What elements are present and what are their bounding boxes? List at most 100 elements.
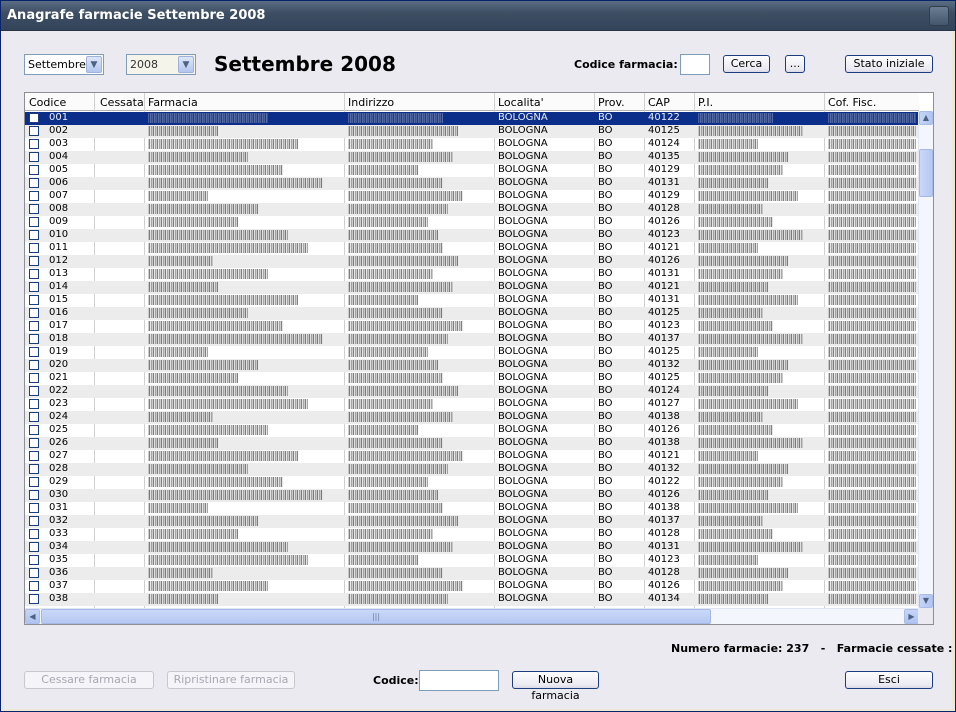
table-row[interactable]: 033 BOLOGNA BO 40128 xyxy=(25,528,919,541)
browse-button[interactable]: ... xyxy=(785,55,805,73)
nuova-farmacia-button[interactable]: Nuova farmacia xyxy=(512,671,599,702)
row-checkbox[interactable] xyxy=(29,555,39,565)
ripristinare-farmacia-button[interactable]: Ripristinare farmacia xyxy=(167,671,295,689)
col-codice[interactable]: Codice xyxy=(29,96,66,109)
table-row[interactable]: 010 BOLOGNA BO 40123 xyxy=(25,229,919,242)
col-prov[interactable]: Prov. xyxy=(598,96,625,109)
col-cof-fisc[interactable]: Cof. Fisc. xyxy=(828,96,876,109)
month-select[interactable]: Settembre ▼ xyxy=(24,54,104,75)
row-checkbox[interactable] xyxy=(29,217,39,227)
table-row[interactable]: 032 BOLOGNA BO 40137 xyxy=(25,515,919,528)
col-indirizzo[interactable]: Indirizzo xyxy=(348,96,394,109)
table-row[interactable]: 017 BOLOGNA BO 40123 xyxy=(25,320,919,333)
row-checkbox[interactable] xyxy=(29,165,39,175)
horizontal-scrollbar[interactable]: ◀ ||| ▶ xyxy=(25,608,919,624)
table-row[interactable]: 006 BOLOGNA BO 40131 xyxy=(25,177,919,190)
table-row[interactable]: 011 BOLOGNA BO 40121 xyxy=(25,242,919,255)
row-checkbox[interactable] xyxy=(29,399,39,409)
table-row[interactable]: 035 BOLOGNA BO 40123 xyxy=(25,554,919,567)
row-checkbox[interactable] xyxy=(29,464,39,474)
table-row[interactable]: 025 BOLOGNA BO 40126 xyxy=(25,424,919,437)
table-row[interactable]: 030 BOLOGNA BO 40126 xyxy=(25,489,919,502)
table-row[interactable]: 015 BOLOGNA BO 40131 xyxy=(25,294,919,307)
stato-iniziale-button[interactable]: Stato iniziale xyxy=(845,55,933,73)
arrow-up-icon[interactable]: ▲ xyxy=(919,111,933,125)
table-row[interactable]: 014 BOLOGNA BO 40121 xyxy=(25,281,919,294)
row-checkbox[interactable] xyxy=(29,308,39,318)
table-row[interactable]: 001 BOLOGNA BO 40122 xyxy=(25,112,919,125)
col-localita[interactable]: Localita' xyxy=(498,96,544,109)
scroll-thumb-horizontal[interactable]: ||| xyxy=(41,609,711,624)
table-row[interactable]: 007 BOLOGNA BO 40129 xyxy=(25,190,919,203)
row-checkbox[interactable] xyxy=(29,230,39,240)
col-farmacia[interactable]: Farmacia xyxy=(148,96,198,109)
col-pi[interactable]: P.I. xyxy=(698,96,713,109)
table-row[interactable]: 016 BOLOGNA BO 40125 xyxy=(25,307,919,320)
table-row[interactable]: 013 BOLOGNA BO 40131 xyxy=(25,268,919,281)
row-checkbox[interactable] xyxy=(29,243,39,253)
table-row[interactable]: 031 BOLOGNA BO 40138 xyxy=(25,502,919,515)
row-checkbox[interactable] xyxy=(29,425,39,435)
table-row[interactable]: 027 BOLOGNA BO 40121 xyxy=(25,450,919,463)
arrow-down-icon[interactable]: ▼ xyxy=(919,594,933,608)
row-checkbox[interactable] xyxy=(29,152,39,162)
esci-button[interactable]: Esci xyxy=(845,671,933,689)
row-checkbox[interactable] xyxy=(29,373,39,383)
table-row[interactable]: 002 BOLOGNA BO 40125 xyxy=(25,125,919,138)
row-checkbox[interactable] xyxy=(29,568,39,578)
table-row[interactable]: 018 BOLOGNA BO 40137 xyxy=(25,333,919,346)
arrow-left-icon[interactable]: ◀ xyxy=(25,609,40,624)
row-checkbox[interactable] xyxy=(29,113,39,123)
chevron-down-icon[interactable]: ▼ xyxy=(178,56,194,73)
table-row[interactable]: 036 BOLOGNA BO 40128 xyxy=(25,567,919,580)
table-row[interactable]: 029 BOLOGNA BO 40122 xyxy=(25,476,919,489)
col-cessata[interactable]: Cessata xyxy=(100,96,144,109)
row-checkbox[interactable] xyxy=(29,529,39,539)
table-row[interactable]: 024 BOLOGNA BO 40138 xyxy=(25,411,919,424)
row-checkbox[interactable] xyxy=(29,269,39,279)
cessare-farmacia-button[interactable]: Cessare farmacia xyxy=(24,671,154,689)
table-row[interactable]: 012 BOLOGNA BO 40126 xyxy=(25,255,919,268)
codice-input[interactable] xyxy=(419,670,499,691)
row-checkbox[interactable] xyxy=(29,321,39,331)
table-row[interactable]: 009 BOLOGNA BO 40126 xyxy=(25,216,919,229)
row-checkbox[interactable] xyxy=(29,204,39,214)
year-select[interactable]: 2008 ▼ xyxy=(126,54,196,75)
scroll-thumb[interactable] xyxy=(919,149,933,197)
table-row[interactable]: 019 BOLOGNA BO 40125 xyxy=(25,346,919,359)
row-checkbox[interactable] xyxy=(29,347,39,357)
table-row[interactable]: 008 BOLOGNA BO 40128 xyxy=(25,203,919,216)
row-checkbox[interactable] xyxy=(29,360,39,370)
title-bar[interactable]: Anagrafe farmacie Settembre 2008 xyxy=(1,1,955,31)
row-checkbox[interactable] xyxy=(29,516,39,526)
chevron-down-icon[interactable]: ▼ xyxy=(86,56,102,73)
row-checkbox[interactable] xyxy=(29,295,39,305)
row-checkbox[interactable] xyxy=(29,542,39,552)
row-checkbox[interactable] xyxy=(29,490,39,500)
row-checkbox[interactable] xyxy=(29,334,39,344)
col-cap[interactable]: CAP xyxy=(648,96,670,109)
table-row[interactable]: 004 BOLOGNA BO 40135 xyxy=(25,151,919,164)
row-checkbox[interactable] xyxy=(29,451,39,461)
table-row[interactable]: 003 BOLOGNA BO 40124 xyxy=(25,138,919,151)
arrow-right-icon[interactable]: ▶ xyxy=(904,609,919,624)
row-checkbox[interactable] xyxy=(29,178,39,188)
row-checkbox[interactable] xyxy=(29,256,39,266)
table-row[interactable]: 038 BOLOGNA BO 40134 xyxy=(25,593,919,606)
row-checkbox[interactable] xyxy=(29,191,39,201)
window-control-button[interactable] xyxy=(929,6,949,26)
table-row[interactable]: 034 BOLOGNA BO 40131 xyxy=(25,541,919,554)
table-row[interactable]: 005 BOLOGNA BO 40129 xyxy=(25,164,919,177)
row-checkbox[interactable] xyxy=(29,386,39,396)
row-checkbox[interactable] xyxy=(29,477,39,487)
table-row[interactable]: 021 BOLOGNA BO 40125 xyxy=(25,372,919,385)
row-checkbox[interactable] xyxy=(29,581,39,591)
row-checkbox[interactable] xyxy=(29,412,39,422)
table-row[interactable]: 026 BOLOGNA BO 40138 xyxy=(25,437,919,450)
pharmacy-table[interactable]: Codice Cessata Farmacia Indirizzo Locali… xyxy=(24,92,934,625)
table-row[interactable]: 020 BOLOGNA BO 40132 xyxy=(25,359,919,372)
cerca-button[interactable]: Cerca xyxy=(723,55,770,73)
row-checkbox[interactable] xyxy=(29,139,39,149)
row-checkbox[interactable] xyxy=(29,594,39,604)
table-row[interactable]: 023 BOLOGNA BO 40127 xyxy=(25,398,919,411)
